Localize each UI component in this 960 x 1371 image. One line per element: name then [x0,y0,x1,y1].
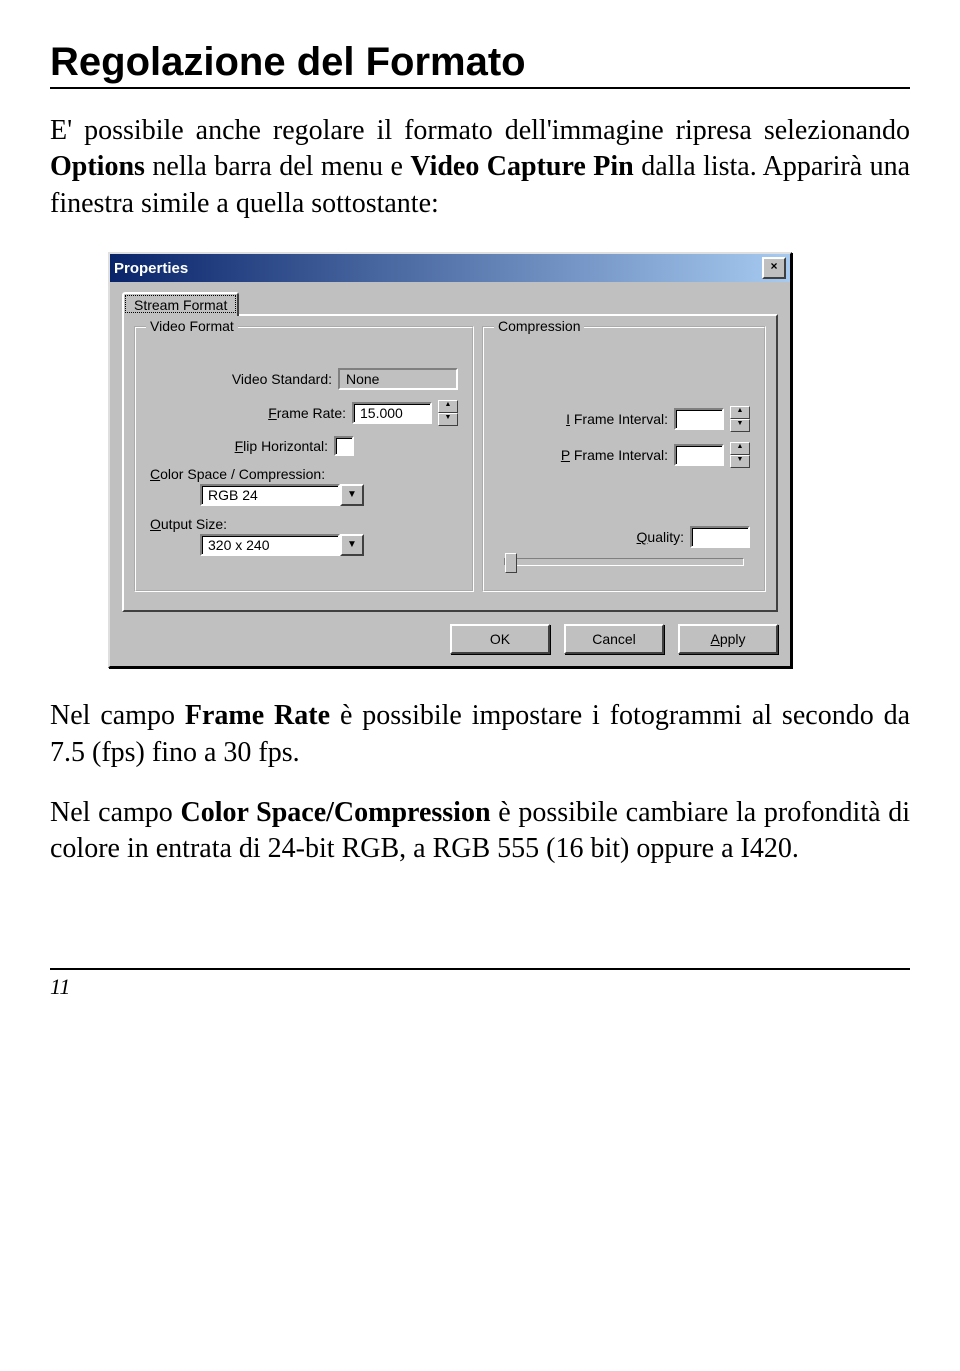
pframe-interval-input[interactable] [674,444,724,466]
text-bold: Options [50,151,145,182]
paragraph-3: Nel campo Color Space/Compression è poss… [50,795,910,868]
label-pframe-interval: P Frame Interval: [498,447,668,463]
dialog-title: Properties [114,260,188,277]
paragraph-2: Nel campo Frame Rate è possibile imposta… [50,698,910,771]
text: nella barra del menu e [152,151,410,182]
text-bold: Video Capture Pin [410,151,633,182]
flip-horizontal-checkbox[interactable] [334,436,354,456]
color-space-value[interactable] [200,484,340,506]
group-legend: Compression [494,318,584,334]
text-bold: Frame Rate [185,700,330,731]
pframe-spinner[interactable]: ▲ ▼ [730,442,750,468]
close-button[interactable]: × [762,257,786,279]
spin-up-icon[interactable]: ▲ [730,442,750,455]
groupbox-compression: Compression I Frame Interval: ▲ ▼ P Fram… [482,326,766,592]
label-frame-rate: Frame Rate: [150,405,346,421]
text: Nel campo [50,700,185,731]
chevron-down-icon[interactable]: ▼ [340,484,364,506]
spin-up-icon[interactable]: ▲ [730,406,750,419]
iframe-spinner[interactable]: ▲ ▼ [730,406,750,432]
spin-down-icon[interactable]: ▼ [730,455,750,468]
groupbox-video-format: Video Format Video Standard: None Frame … [134,326,474,592]
frame-rate-input[interactable] [352,402,432,424]
page-heading: Regolazione del Formato [50,40,910,89]
label-color-space: Color Space / Compression: [150,466,325,482]
apply-button[interactable]: Apply [678,624,778,654]
label-flip-horizontal: Flip Horizontal: [150,438,328,454]
titlebar[interactable]: Properties × [110,254,790,282]
output-size-combo[interactable]: ▼ [200,534,364,556]
text-bold: Color Space/Compression [181,797,491,828]
quality-input[interactable] [690,526,750,548]
color-space-combo[interactable]: ▼ [200,484,364,506]
cancel-button[interactable]: Cancel [564,624,664,654]
output-size-value[interactable] [200,534,340,556]
text: E' possibile anche regolare il formato d… [50,115,910,146]
frame-rate-spinner[interactable]: ▲ ▼ [438,400,458,426]
spin-up-icon[interactable]: ▲ [438,400,458,413]
chevron-down-icon[interactable]: ▼ [340,534,364,556]
tab-stream-format[interactable]: Stream Format [122,292,239,316]
label-output-size: Output Size: [150,516,227,532]
label-quality: Quality: [498,529,684,545]
video-standard-value: None [338,368,458,390]
paragraph-1: E' possibile anche regolare il formato d… [50,113,910,222]
label-iframe-interval: I Frame Interval: [498,411,668,427]
page-footer: 11 [50,968,910,1000]
iframe-interval-input[interactable] [674,408,724,430]
quality-slider[interactable] [504,558,744,566]
label-video-standard: Video Standard: [150,371,332,387]
ok-button[interactable]: OK [450,624,550,654]
spin-down-icon[interactable]: ▼ [438,413,458,426]
text: Nel campo [50,797,181,828]
spin-down-icon[interactable]: ▼ [730,419,750,432]
group-legend: Video Format [146,318,238,334]
page-number: 11 [50,974,70,999]
slider-thumb[interactable] [505,553,517,573]
properties-dialog: Properties × Stream Format Video Format … [108,252,792,668]
